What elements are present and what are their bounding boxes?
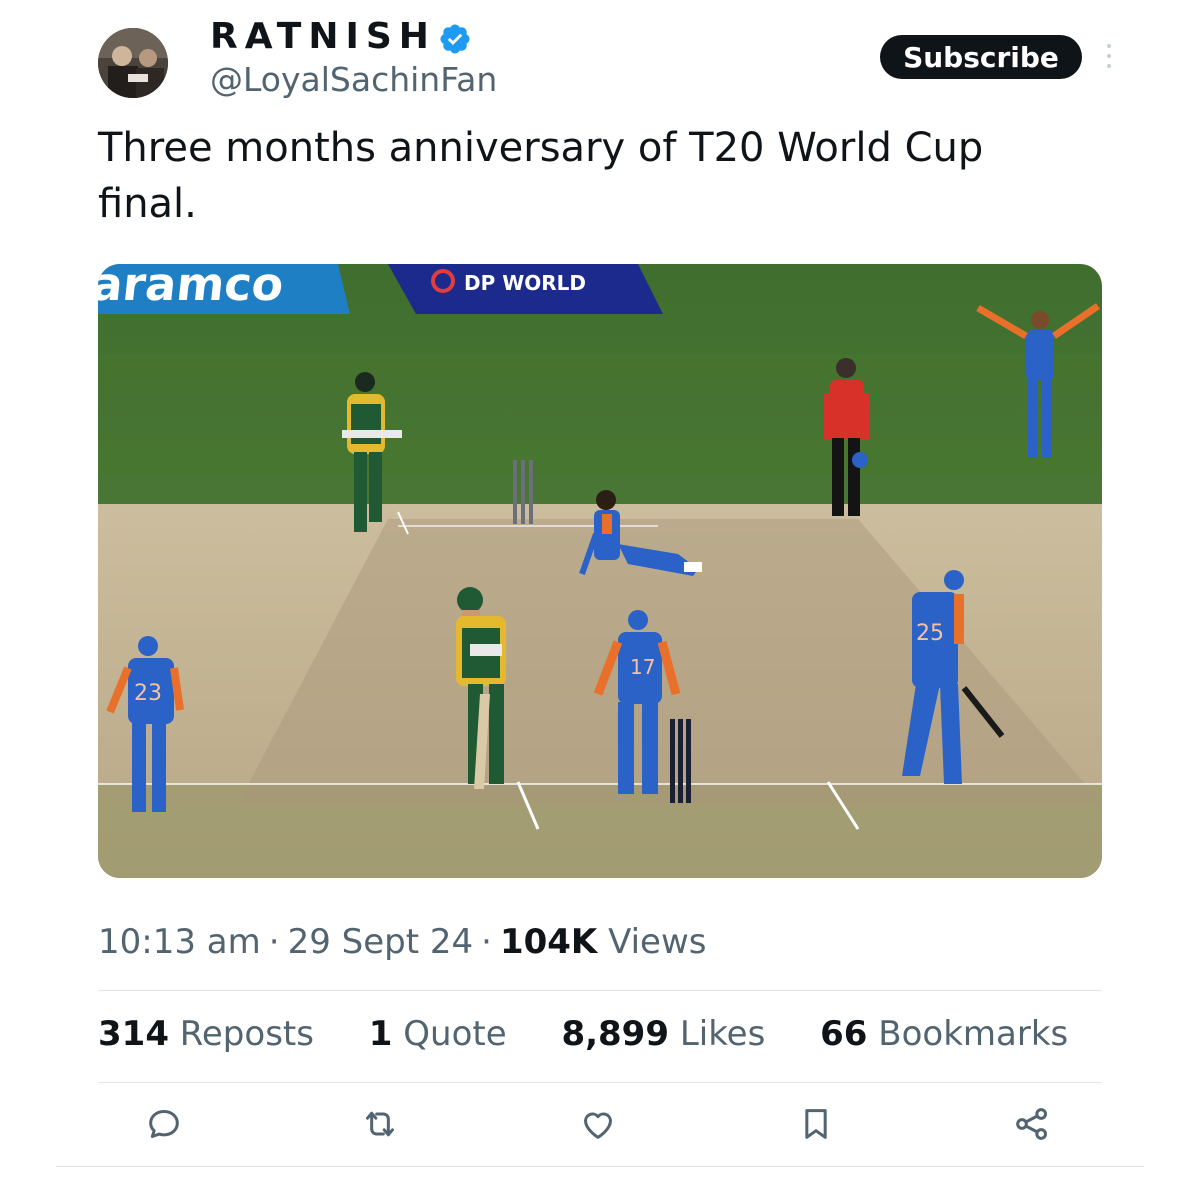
stat-bookmarks[interactable]: 66 Bookmarks [820, 1014, 1068, 1054]
reply-icon[interactable] [144, 1104, 184, 1144]
tweet-text: Three months anniversary of T20 World Cu… [98, 125, 984, 227]
author-handle[interactable]: @LoyalSachinFan [210, 60, 497, 99]
board-aramco: aramco [98, 264, 286, 311]
like-icon[interactable] [578, 1104, 618, 1144]
stat-reposts[interactable]: 314 Reposts [98, 1014, 314, 1054]
views-count: 104K [499, 922, 598, 962]
tweet-meta: 10:13 am · 29 Sept 24 · 104K Views [98, 922, 707, 962]
divider [98, 1082, 1102, 1083]
jersey-number-23: 23 [134, 681, 162, 706]
share-icon[interactable] [1012, 1104, 1052, 1144]
author-display-name[interactable]: RATNISH [210, 16, 436, 57]
jersey-number-25: 25 [916, 621, 944, 646]
divider [98, 990, 1102, 991]
subscribe-button[interactable]: Subscribe [880, 35, 1082, 79]
tweet-media-image[interactable]: aramco DP WORLD 17 23 25 [98, 264, 1102, 878]
stat-quotes[interactable]: 1 Quote [369, 1014, 507, 1054]
avatar[interactable] [98, 28, 168, 98]
views-label: Views [608, 922, 707, 962]
board-dp-world: DP WORLD [464, 271, 586, 295]
tweet-date[interactable]: 29 Sept 24 [288, 922, 474, 962]
repost-icon[interactable] [360, 1104, 400, 1144]
more-vertical-icon[interactable] [1100, 40, 1118, 72]
engagement-stats: 314 Reposts 1 Quote 8,899 Likes 66 Bookm… [98, 1014, 1112, 1054]
stat-likes[interactable]: 8,899 Likes [561, 1014, 765, 1054]
tweet-time[interactable]: 10:13 am [98, 922, 261, 962]
bottom-divider [56, 1166, 1144, 1167]
profile-photo [98, 28, 168, 98]
bookmark-icon[interactable] [796, 1104, 836, 1144]
jersey-number-17: 17 [630, 655, 655, 679]
verified-badge-icon [440, 24, 470, 54]
